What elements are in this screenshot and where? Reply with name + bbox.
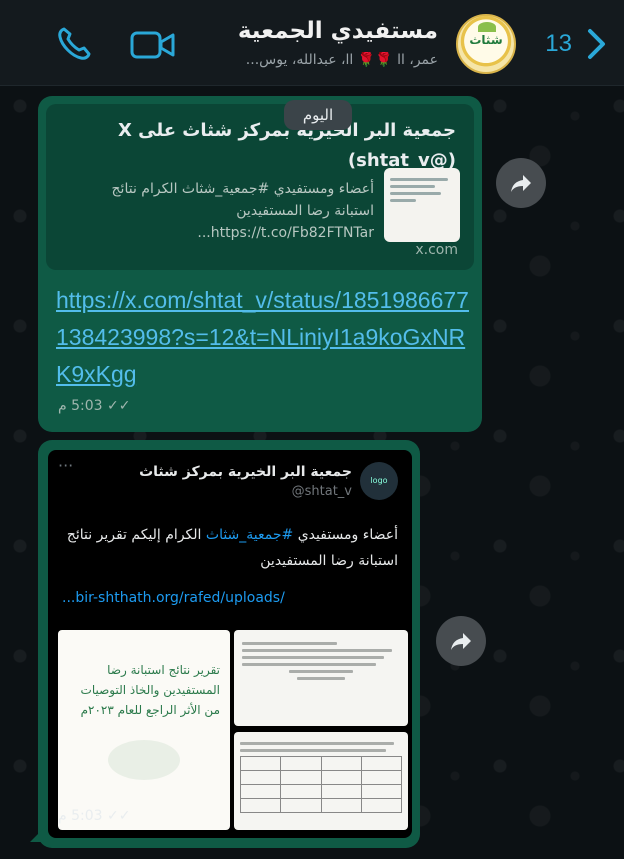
report-cover-title: تقرير نتائج استبانة رضا المستفيدين والخا… xyxy=(80,663,220,717)
date-divider: اليوم xyxy=(284,100,352,130)
group-members[interactable]: عمر، اا 🌹🌹 اا، عبدالله، يوس... xyxy=(178,52,438,68)
tweet-url[interactable]: ...bir-shthath.org/rafed/uploads/ xyxy=(62,590,398,606)
message-link[interactable]: https://x.com/shtat_v/status/18519866771… xyxy=(56,282,476,393)
tweet-hashtag[interactable]: #جمعية_شثاث xyxy=(206,527,293,543)
read-receipt-icon: ✓✓ xyxy=(107,808,131,824)
tweet-card-content[interactable]: ··· logo جمعية البر الخيرية بمركز شثاث @… xyxy=(48,450,412,838)
tweet-image-table[interactable] xyxy=(234,732,408,830)
chat-header: 13 شثاث مستفيدي الجمعية عمر، اا 🌹🌹 اا، ع… xyxy=(0,0,624,86)
leaf-icon xyxy=(478,22,496,32)
unread-count[interactable]: 13 xyxy=(545,30,572,58)
forward-button-2[interactable] xyxy=(436,616,486,666)
message-time-2: ✓✓ 5:03 م xyxy=(58,808,131,824)
forward-icon xyxy=(511,175,531,192)
forward-button[interactable] xyxy=(496,158,546,208)
voice-call-icon[interactable] xyxy=(56,26,92,62)
back-chevron-icon[interactable] xyxy=(586,28,608,60)
preview-description: أعضاء ومستفيدي #جمعية_شثاث الكرام نتائج … xyxy=(111,181,374,241)
document-table xyxy=(239,756,403,813)
tweet-image-report-cover[interactable]: تقرير نتائج استبانة رضا المستفيدين والخا… xyxy=(58,630,230,830)
group-title[interactable]: مستفيدي الجمعية xyxy=(178,18,438,44)
more-options-icon[interactable]: ··· xyxy=(58,456,73,475)
tweet-text: أعضاء ومستفيدي #جمعية_شثاث الكرام إليكم … xyxy=(66,527,398,569)
link-preview-card[interactable]: جمعية البر الخيرية بمركز شثاث على X (sht… xyxy=(46,104,474,270)
preview-thumbnail xyxy=(384,168,460,242)
read-receipt-icon: ✓✓ xyxy=(107,398,131,414)
tweet-image-letter[interactable] xyxy=(234,630,408,726)
video-call-icon[interactable] xyxy=(130,30,176,60)
message-time: ✓✓ 5:03 م xyxy=(58,398,131,414)
group-avatar[interactable]: شثاث xyxy=(456,14,516,74)
tweet-avatar[interactable]: logo xyxy=(360,462,398,500)
tweet-author-handle[interactable]: @shtat_v xyxy=(292,484,352,499)
watermark-logo xyxy=(108,740,180,780)
forward-icon xyxy=(451,633,471,650)
preview-title: جمعية البر الخيرية بمركز شثاث على X (sht… xyxy=(118,120,456,171)
tweet-author-name[interactable]: جمعية البر الخيرية بمركز شثاث xyxy=(139,464,352,480)
avatar-logo-text: شثاث xyxy=(469,33,503,47)
preview-domain: x.com xyxy=(415,242,458,258)
